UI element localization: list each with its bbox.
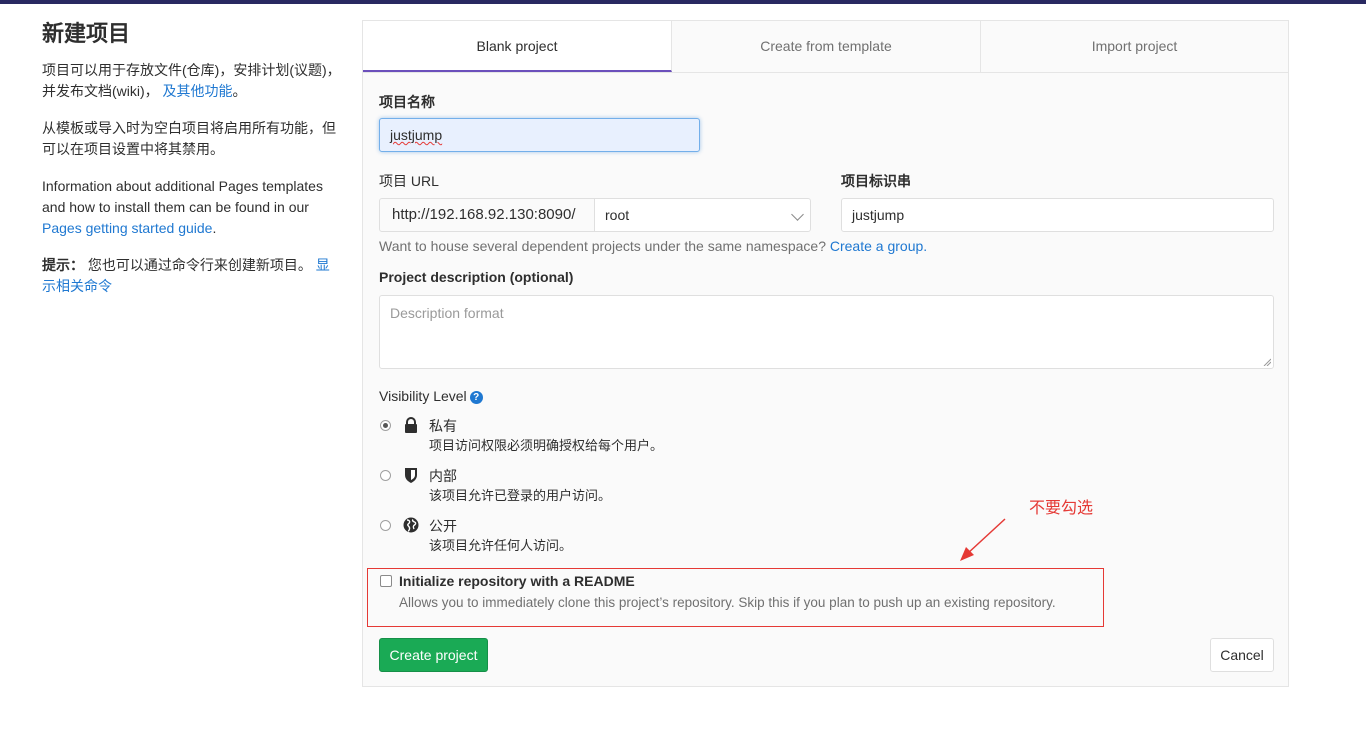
project-slug-input[interactable]: justjump [841, 198, 1274, 232]
project-name-label: 项目名称 [379, 94, 435, 110]
initialize-readme-checkbox[interactable] [380, 575, 392, 587]
visibility-internal-desc: 该项目允许已登录的用户访问。 [429, 488, 612, 503]
intro-paragraph: 项目可以用于存放文件(仓库)，安排计划(议题)，并发布文档(wiki)， 及其他… [42, 60, 342, 102]
lock-icon [405, 417, 417, 433]
visibility-public-desc: 该项目允许任何人访问。 [429, 538, 573, 553]
help-icon[interactable]: ? [469, 391, 483, 404]
annotation-text: 不要勾选 [1029, 500, 1094, 517]
project-url-prefix: http://192.168.92.130:8090/ [379, 198, 595, 232]
annotation-arrow-icon [960, 518, 1006, 561]
create-project-button[interactable]: Create project [379, 638, 488, 672]
tab-create-from-template[interactable]: Create from template [672, 21, 981, 72]
new-project-card: Blank project Create from template Impor… [362, 20, 1289, 687]
chevron-down-icon [791, 208, 804, 221]
group-hint: Want to house several dependent projects… [379, 238, 927, 254]
intro-end: 。 [232, 83, 247, 99]
description-textarea[interactable]: Description format [379, 295, 1274, 369]
visibility-private-radio[interactable] [380, 420, 391, 431]
pages-guide-link[interactable]: Pages getting started guide [42, 220, 212, 236]
top-navigation-bar [0, 0, 1366, 4]
project-name-input[interactable]: justjump [379, 118, 700, 152]
tab-blank-project[interactable]: Blank project [363, 21, 672, 72]
description-placeholder: Description format [390, 305, 504, 321]
resize-grip-icon[interactable] [1263, 358, 1271, 366]
pages-paragraph: Information about additional Pages templ… [42, 176, 342, 239]
namespace-select[interactable]: root [594, 198, 811, 232]
globe-icon [403, 517, 419, 533]
project-slug-label: 项目标识串 [841, 173, 911, 189]
project-url-label: 项目 URL [379, 173, 439, 189]
group-hint-text: Want to house several dependent projects… [379, 238, 830, 254]
tip-paragraph: 提示： 您也可以通过命令行来创建新项目。 显示相关命令 [42, 255, 342, 297]
template-note: 从模板或导入时为空白项目将启用所有功能，但可以在项目设置中将其禁用。 [42, 120, 336, 157]
tip-label: 提示： [42, 257, 84, 273]
project-tabs: Blank project Create from template Impor… [363, 21, 1288, 73]
other-features-link[interactable]: 及其他功能 [163, 83, 233, 99]
pages-end: . [212, 220, 217, 236]
visibility-internal-title: 内部 [429, 468, 457, 484]
visibility-public-radio[interactable] [380, 520, 391, 531]
shield-icon [405, 468, 417, 483]
tip-text: 您也可以通过命令行来创建新项目。 [84, 257, 316, 273]
page-title: 新建项目 [42, 21, 131, 46]
initialize-readme-desc: Allows you to immediately clone this pro… [399, 595, 1056, 610]
cancel-button[interactable]: Cancel [1210, 638, 1274, 672]
visibility-level-label: Visibility Level? [379, 388, 483, 404]
namespace-value: root [605, 207, 630, 223]
visibility-private-title: 私有 [429, 418, 457, 434]
project-name-value: justjump [390, 127, 443, 143]
left-info-column: 新建项目 项目可以用于存放文件(仓库)，安排计划(议题)，并发布文档(wiki)… [42, 20, 342, 313]
description-label: Project description (optional) [379, 269, 574, 285]
create-group-link[interactable]: Create a group. [830, 238, 927, 254]
visibility-label-text: Visibility Level [379, 388, 467, 404]
visibility-public-title: 公开 [429, 518, 457, 534]
initialize-readme-label[interactable]: Initialize repository with a README [399, 573, 635, 589]
visibility-internal-radio[interactable] [380, 470, 391, 481]
visibility-private-desc: 项目访问权限必须明确授权给每个用户。 [429, 438, 664, 453]
pages-text: Information about additional Pages templ… [42, 178, 323, 215]
tab-import-project[interactable]: Import project [981, 21, 1288, 72]
